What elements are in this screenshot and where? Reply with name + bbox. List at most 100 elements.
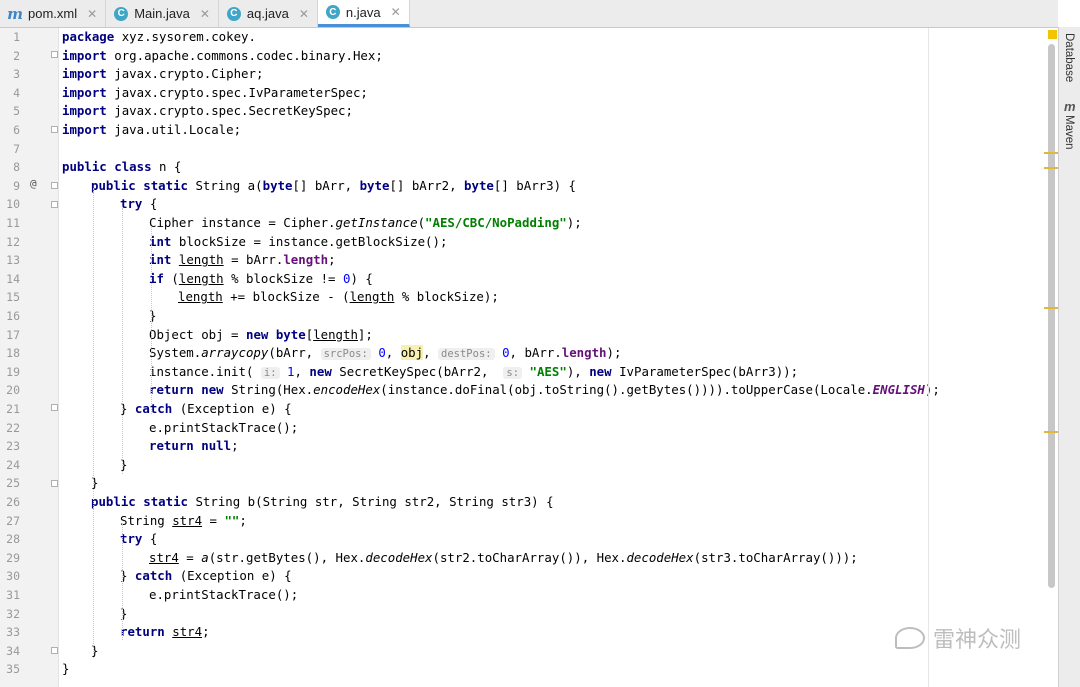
line-number: 10 [6,197,20,212]
code-line: instance.init( i: 1, new SecretKeySpec(b… [149,363,799,379]
line-number: 17 [6,327,20,342]
code-line: str4 = a(str.getBytes(), Hex.decodeHex(s… [149,549,858,565]
code-line: int length = bArr.length; [149,252,336,268]
fold-toggle-icon[interactable] [51,51,58,58]
warning-stripe[interactable] [1044,152,1058,154]
override-marker-icon[interactable]: @ [30,177,37,190]
line-number: 33 [6,625,20,640]
indent-guide [122,524,124,640]
line-number: 15 [6,290,20,305]
line-number: 18 [6,346,20,361]
vertical-scrollbar[interactable] [1048,44,1055,588]
code-line: System.arraycopy(bArr, srcPos: 0, obj, d… [149,345,622,361]
line-number: 20 [6,383,20,398]
param-hint: i: [260,366,280,379]
line-number: 31 [6,588,20,602]
param-hint: srcPos: [320,348,371,361]
line-number: 4 [13,85,20,100]
param-hint: s: [503,366,523,379]
line-number: 32 [6,606,20,621]
line-number: 3 [13,67,20,82]
code-editor[interactable]: package xyz.sysorem.cokey. import org.ap… [59,28,1057,687]
code-line: e.printStackTrace(); [149,587,299,602]
line-number: 30 [6,569,20,584]
analysis-status-icon[interactable] [1048,30,1057,39]
java-class-icon: C [114,6,129,21]
line-number: 27 [6,513,20,528]
maven-tool-button[interactable]: Maven [1063,115,1075,150]
warning-stripe[interactable] [1044,431,1058,433]
code-line: package xyz.sysorem.cokey. [62,29,256,44]
fold-toggle-icon[interactable] [51,480,58,487]
code-line: int blockSize = instance.getBlockSize(); [149,233,448,249]
watermark-text: 雷神众测 [933,627,1022,652]
code-line: import javax.crypto.Cipher; [62,66,264,82]
tab-label: aq.java [246,6,289,21]
code-line: } catch (Exception e) { [120,568,292,584]
param-hint: destPos: [438,348,495,361]
code-line: return str4; [120,624,210,640]
fold-toggle-icon[interactable] [51,647,58,654]
tab-label: pom.xml [28,6,78,21]
code-line: return new String(Hex.encodeHex(instance… [149,382,940,398]
close-icon[interactable]: ✕ [87,7,97,21]
code-line: public static String b(String str, Strin… [91,494,554,509]
line-number: 2 [13,48,20,63]
line-number: 35 [6,662,20,677]
line-number: 6 [13,123,20,137]
fold-toggle-icon[interactable] [51,201,58,208]
code-line: public class n { [62,159,182,175]
code-line: import java.util.Locale; [62,122,242,137]
line-number: 14 [6,271,20,286]
code-line: Cipher instance = Cipher.getInstance("AE… [149,215,582,230]
code-line: e.printStackTrace(); [149,419,299,435]
indent-guide [151,226,153,414]
line-number: 29 [6,550,20,565]
line-number: 13 [6,253,20,268]
wechat-icon [895,627,925,649]
tab-pom-xml[interactable]: m pom.xml ✕ [0,0,107,27]
close-icon[interactable]: ✕ [391,5,401,19]
fold-toggle-icon[interactable] [51,126,58,133]
line-number: 25 [6,476,20,491]
maven-icon: m [1064,99,1076,114]
watermark: 雷神众测 [895,622,1021,654]
warning-stripe[interactable] [1044,167,1058,169]
line-number: 23 [6,439,20,454]
line-number: 21 [6,402,20,416]
indent-guide [122,208,124,474]
warning-stripe[interactable] [1044,307,1058,309]
code-line: return null; [149,438,239,454]
tab-main-java[interactable]: C Main.java ✕ [106,0,219,27]
line-number: 11 [6,216,20,230]
line-number: 12 [6,234,20,249]
tab-aq-java[interactable]: C aq.java ✕ [219,0,318,27]
indent-guide [93,188,95,658]
code-line: } [62,661,70,677]
code-line: if (length % blockSize != 0) { [149,270,373,286]
code-line: import javax.crypto.spec.IvParameterSpec… [62,84,368,100]
tab-n-java[interactable]: C n.java ✕ [317,0,410,27]
line-number: 8 [13,160,20,175]
fold-toggle-icon[interactable] [51,182,58,189]
line-number: 1 [13,30,20,44]
editor-tab-bar: m pom.xml ✕ C Main.java ✕ C aq.java ✕ C … [0,0,1058,28]
code-line: length += blockSize - (length % blockSiz… [178,289,499,305]
code-line: String str4 = ""; [120,512,247,528]
line-number: 19 [6,364,20,379]
java-class-icon: C [226,6,241,21]
tab-label: Main.java [134,6,190,21]
line-number: 7 [13,141,20,156]
line-number: 28 [6,532,20,547]
right-margin-guide [928,28,929,687]
java-class-icon: C [325,5,340,19]
line-number: 16 [6,309,20,323]
database-tool-button[interactable]: Database [1063,33,1075,82]
code-line: try { [120,531,158,547]
maven-icon: m [7,4,23,23]
close-icon[interactable]: ✕ [299,7,309,21]
fold-toggle-icon[interactable] [51,404,58,411]
line-number: 5 [13,104,20,119]
line-number: 26 [6,495,20,509]
close-icon[interactable]: ✕ [200,7,210,21]
